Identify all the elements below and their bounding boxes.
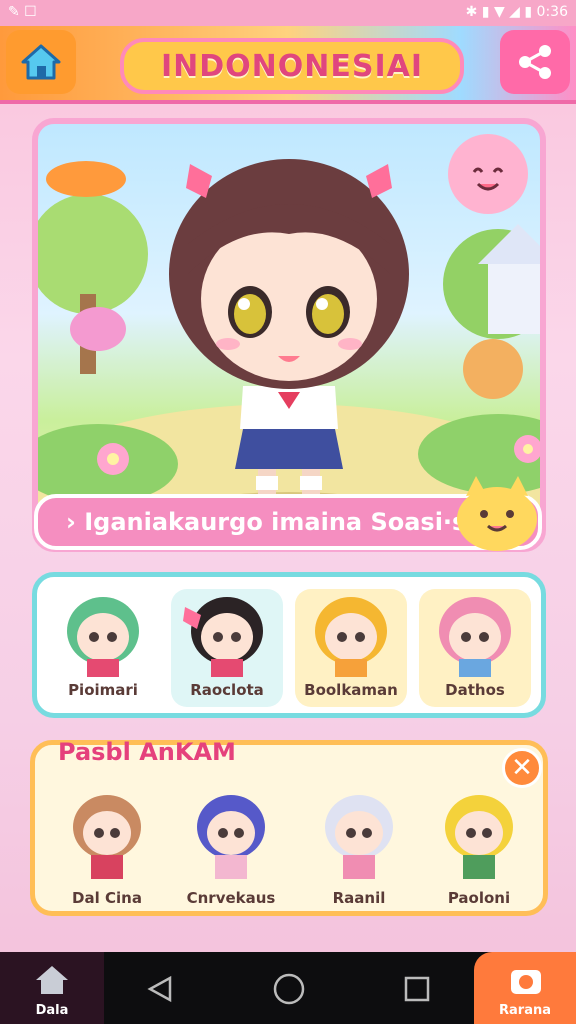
cloud-face-icon: [448, 134, 528, 214]
share-button[interactable]: [500, 30, 570, 94]
home-button[interactable]: [6, 30, 76, 94]
back-icon[interactable]: [146, 974, 176, 1004]
camera-icon: [511, 970, 541, 994]
character-tile-1[interactable]: Pioimari: [47, 589, 159, 707]
character-avatar: [183, 597, 263, 677]
ghost-icon: [70, 307, 126, 351]
status-icons-left: ✎ ☐: [8, 4, 37, 20]
clock-text: 0:36: [536, 4, 568, 20]
character-avatar: [197, 795, 265, 879]
character-name: Pioimari: [68, 681, 138, 699]
character-name: Paoloni: [447, 889, 511, 907]
character-select-row: Pioimari Raoclota Boolkaman Dathos: [32, 572, 546, 718]
close-button[interactable]: ✕: [502, 748, 542, 788]
collection-character-2[interactable]: Cnrvekaus: [181, 787, 281, 907]
character-avatar: [315, 597, 387, 677]
share-icon: [519, 45, 551, 79]
collection-character-1[interactable]: Dal Cina: [57, 787, 157, 907]
character-avatar: [73, 795, 141, 879]
home-icon: [36, 966, 68, 994]
app-header: INDONONESIAI: [0, 26, 576, 104]
nav-left-label: Dala: [35, 1003, 69, 1018]
character-collection-panel: Dal Cina Cnrvekaus Raanil Paoloni: [30, 740, 548, 916]
home-circle-icon[interactable]: [272, 972, 306, 1006]
cat-mascot-icon: [457, 476, 537, 551]
character-tile-2[interactable]: Raoclota: [171, 589, 283, 707]
character-tile-3[interactable]: Boolkaman: [295, 589, 407, 707]
collection-character-4[interactable]: Paoloni: [429, 787, 529, 907]
hero-banner-text: › Iganiakaurgo imaina Soasi·s ✦: [66, 508, 495, 536]
status-bar: ✎ ☐ ✱ ▮ ▼ ◢ ▮ 0:36: [0, 0, 576, 26]
page-title: INDONONESIAI: [120, 38, 464, 94]
nav-home-tab[interactable]: Dala: [0, 952, 104, 1024]
character-avatar: [325, 795, 393, 879]
character-name: Raoclota: [190, 681, 264, 699]
collection-character-3[interactable]: Raanil: [309, 787, 409, 907]
nav-camera-tab[interactable]: Rarana: [474, 952, 576, 1024]
character-name: Raanil: [332, 889, 386, 907]
section-title: Pasbl AnKAM: [58, 738, 236, 766]
nav-right-label: Rarana: [499, 1003, 551, 1018]
character-name: Dal Cina: [72, 889, 142, 907]
character-tile-4[interactable]: Dathos: [419, 589, 531, 707]
character-name: Boolkaman: [304, 681, 398, 699]
status-time: ✱ ▮ ▼ ◢ ▮ 0:36: [466, 4, 568, 20]
character-avatar: [445, 795, 513, 879]
status-icons-right: ✱ ▮ ▼ ◢ ▮: [465, 4, 537, 20]
close-icon: ✕: [511, 753, 533, 783]
home-icon: [21, 44, 61, 80]
character-avatar: [439, 597, 511, 677]
character-name: Dathos: [445, 681, 505, 699]
recents-icon[interactable]: [402, 974, 432, 1004]
character-name: Cnrvekaus: [186, 889, 276, 907]
hat-icon: [46, 161, 126, 197]
character-avatar: [67, 597, 139, 677]
critter-icon: [463, 339, 523, 399]
